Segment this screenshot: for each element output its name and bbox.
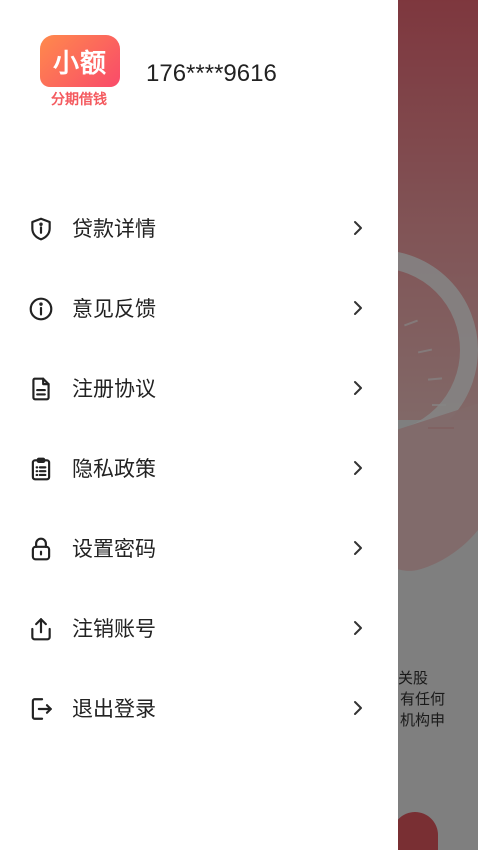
info-circle-icon bbox=[28, 296, 54, 322]
chevron-right-icon bbox=[348, 378, 368, 398]
menu-item-label: 设置密码 bbox=[72, 537, 156, 561]
document-icon bbox=[28, 376, 54, 402]
menu-item-logout[interactable]: 退出登录 bbox=[0, 668, 398, 748]
drawer-menu: 贷款详情 意见反馈 注册协议 隐私政策 设置密码 注销账号 退出登录 bbox=[0, 188, 398, 748]
app-logo-sub: 分期借钱 bbox=[38, 87, 120, 111]
menu-item-delete-account[interactable]: 注销账号 bbox=[0, 588, 398, 668]
menu-item-feedback[interactable]: 意见反馈 bbox=[0, 268, 398, 348]
menu-item-loan-details[interactable]: 贷款详情 bbox=[0, 188, 398, 268]
clipboard-list-icon bbox=[28, 456, 54, 482]
menu-item-label: 注销账号 bbox=[72, 617, 156, 641]
chevron-right-icon bbox=[348, 618, 368, 638]
chevron-right-icon bbox=[348, 298, 368, 318]
share-upload-icon bbox=[28, 616, 54, 642]
chevron-right-icon bbox=[348, 218, 368, 238]
user-phone: 176****9616 bbox=[146, 60, 277, 87]
menu-item-label: 注册协议 bbox=[72, 377, 156, 401]
menu-item-label: 隐私政策 bbox=[72, 457, 156, 481]
menu-item-label: 退出登录 bbox=[72, 697, 156, 721]
menu-item-label: 意见反馈 bbox=[72, 297, 156, 321]
menu-item-registration-agreement[interactable]: 注册协议 bbox=[0, 348, 398, 428]
side-drawer: 小额 分期借钱 176****9616 贷款详情 意见反馈 注册协议 隐私政策 … bbox=[0, 0, 398, 850]
menu-item-privacy-policy[interactable]: 隐私政策 bbox=[0, 428, 398, 508]
chevron-right-icon bbox=[348, 458, 368, 478]
logout-icon bbox=[28, 696, 54, 722]
chevron-right-icon bbox=[348, 538, 368, 558]
drawer-scrim[interactable] bbox=[398, 0, 478, 850]
shield-info-icon bbox=[28, 216, 54, 242]
menu-item-set-password[interactable]: 设置密码 bbox=[0, 508, 398, 588]
lock-icon bbox=[28, 536, 54, 562]
menu-item-label: 贷款详情 bbox=[72, 217, 156, 241]
app-logo-main: 小额 bbox=[40, 35, 120, 87]
profile-header: 小额 分期借钱 176****9616 bbox=[38, 35, 277, 113]
chevron-right-icon bbox=[348, 698, 368, 718]
app-logo: 小额 分期借钱 bbox=[38, 35, 120, 113]
